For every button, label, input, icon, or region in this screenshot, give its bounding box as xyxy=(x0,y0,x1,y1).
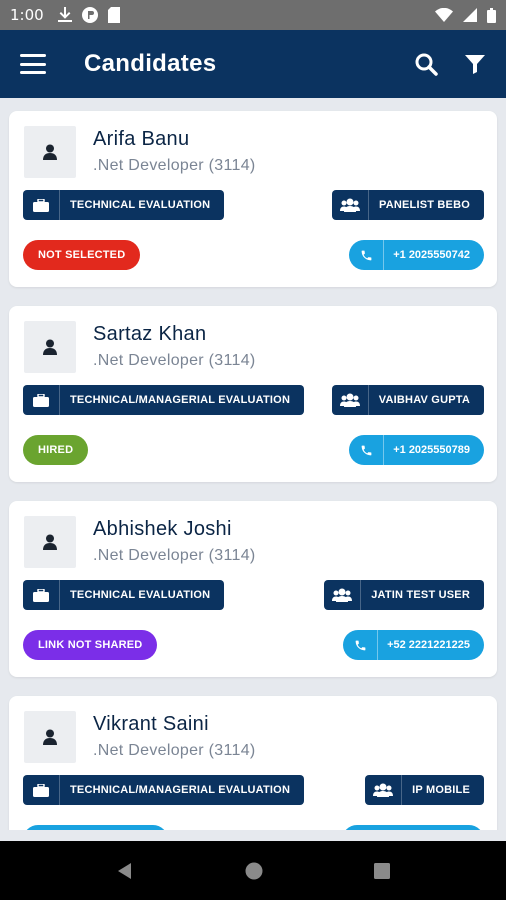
briefcase-icon xyxy=(23,190,60,220)
stage-label: TECHNICAL/MANAGERIAL EVALUATION xyxy=(70,784,291,796)
stage-label: TECHNICAL/MANAGERIAL EVALUATION xyxy=(70,394,291,406)
candidate-list[interactable]: Arifa Banu .Net Developer (3114) TECHNIC… xyxy=(0,98,506,830)
avatar xyxy=(24,321,76,373)
users-icon xyxy=(324,580,362,610)
users-icon xyxy=(332,385,369,415)
user-icon xyxy=(43,339,57,355)
battery-icon xyxy=(487,7,496,23)
phone-button[interactable]: +1 2025550742 xyxy=(349,240,484,270)
menu-icon[interactable] xyxy=(20,54,46,74)
phone-button[interactable]: +1 2025550789 xyxy=(349,435,484,465)
app-bar: Candidates xyxy=(0,30,506,98)
home-icon[interactable] xyxy=(244,861,264,881)
candidate-name: Arifa Banu xyxy=(93,128,190,150)
phone-number: +52 2221221225 xyxy=(387,639,470,651)
panelist-label: IP MOBILE xyxy=(412,784,470,796)
stage-label: TECHNICAL EVALUATION xyxy=(70,199,211,211)
app-notification-icon xyxy=(81,7,98,23)
panelist-label: PANELIST BEBO xyxy=(378,199,470,211)
panelist-label: VAIBHAV GUPTA xyxy=(378,394,470,406)
back-icon[interactable] xyxy=(115,861,135,881)
phone-icon xyxy=(349,435,385,465)
stage-badge: TECHNICAL EVALUATION xyxy=(23,190,225,220)
users-icon xyxy=(365,775,403,805)
user-icon xyxy=(43,144,57,160)
user-icon xyxy=(43,729,57,745)
search-icon[interactable] xyxy=(414,52,438,76)
phone-number: +1 2025550789 xyxy=(393,444,470,456)
stage-badge: TECHNICAL/MANAGERIAL EVALUATION xyxy=(23,385,305,415)
stage-badge: TECHNICAL EVALUATION xyxy=(23,580,225,610)
briefcase-icon xyxy=(23,580,60,610)
briefcase-icon xyxy=(23,385,60,415)
candidate-role: .Net Developer (3114) xyxy=(93,352,256,369)
page-title: Candidates xyxy=(84,50,217,77)
user-icon xyxy=(43,534,57,550)
signal-icon xyxy=(463,8,477,22)
download-icon xyxy=(57,7,72,22)
panelist-badge: IP MOBILE xyxy=(365,775,484,805)
avatar xyxy=(24,516,76,568)
candidate-card[interactable]: Abhishek Joshi .Net Developer (3114) TEC… xyxy=(9,501,497,677)
candidate-role: .Net Developer (3114) xyxy=(93,547,256,564)
status-badge xyxy=(23,825,168,830)
status-bar: 1:00 xyxy=(0,0,506,30)
avatar xyxy=(24,711,76,763)
wifi-icon xyxy=(435,8,453,22)
candidate-card[interactable]: Vikrant Saini .Net Developer (3114) TECH… xyxy=(9,696,497,830)
status-badge: NOT SELECTED xyxy=(23,240,141,270)
status-time: 1:00 xyxy=(10,6,44,24)
panelist-badge: JATIN TEST USER xyxy=(324,580,484,610)
system-nav-bar xyxy=(0,841,506,900)
briefcase-icon xyxy=(23,775,60,805)
candidate-card[interactable]: Sartaz Khan .Net Developer (3114) TECHNI… xyxy=(9,306,497,482)
candidate-name: Abhishek Joshi xyxy=(93,518,232,540)
filter-icon[interactable] xyxy=(464,53,486,75)
candidate-name: Sartaz Khan xyxy=(93,323,207,345)
candidate-card[interactable]: Arifa Banu .Net Developer (3114) TECHNIC… xyxy=(9,111,497,287)
recents-icon[interactable] xyxy=(373,862,391,880)
phone-button[interactable] xyxy=(342,825,484,830)
status-badge: HIRED xyxy=(23,435,89,465)
panelist-badge: VAIBHAV GUPTA xyxy=(331,385,484,415)
candidate-role: .Net Developer (3114) xyxy=(93,157,256,174)
phone-icon xyxy=(349,240,385,270)
phone-button[interactable]: +52 2221221225 xyxy=(343,630,484,660)
candidate-name: Vikrant Saini xyxy=(93,713,209,735)
users-icon xyxy=(332,190,369,220)
candidate-role: .Net Developer (3114) xyxy=(93,742,256,759)
sd-card-icon xyxy=(107,7,120,23)
phone-icon xyxy=(343,630,379,660)
avatar xyxy=(24,126,76,178)
status-badge: LINK NOT SHARED xyxy=(23,630,158,660)
stage-badge: TECHNICAL/MANAGERIAL EVALUATION xyxy=(23,775,305,805)
stage-label: TECHNICAL EVALUATION xyxy=(70,589,211,601)
panelist-badge: PANELIST BEBO xyxy=(331,190,484,220)
phone-number: +1 2025550742 xyxy=(393,249,470,261)
panelist-label: JATIN TEST USER xyxy=(371,589,470,601)
